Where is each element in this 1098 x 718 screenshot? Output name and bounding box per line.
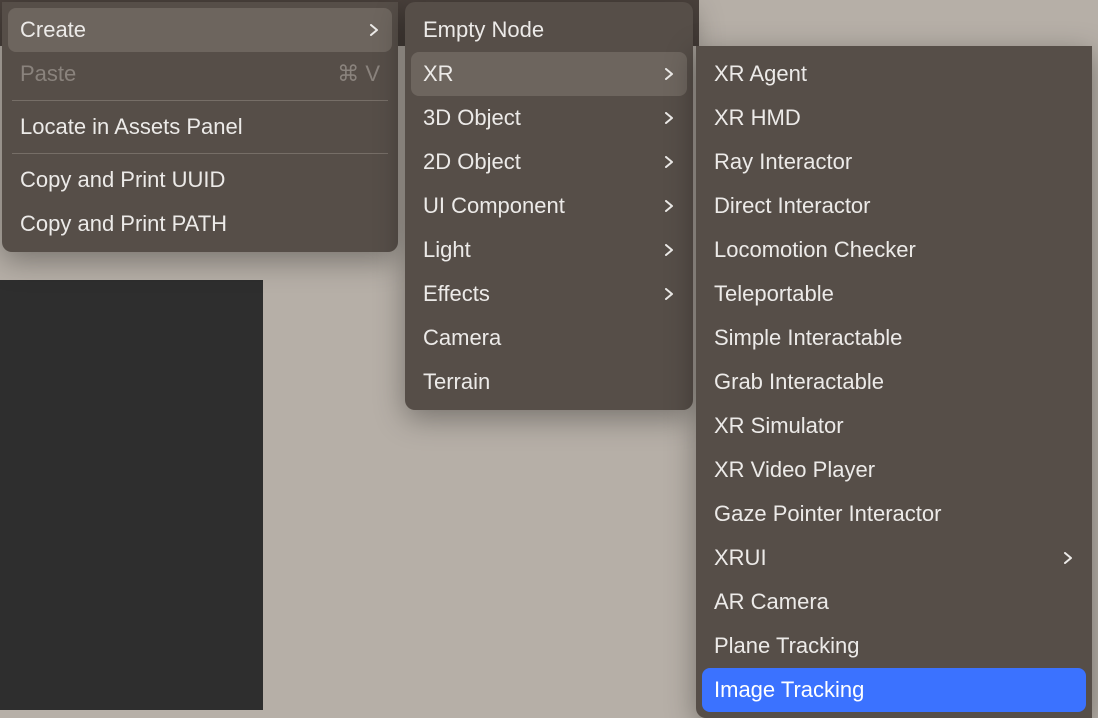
menu-item-label: XR Simulator xyxy=(714,413,1074,439)
chevron-right-icon xyxy=(663,200,675,212)
menu-item-label: Camera xyxy=(423,325,675,351)
menu-item-label: Paste xyxy=(20,61,317,87)
menu-item-create[interactable]: Create xyxy=(8,8,392,52)
chevron-right-icon xyxy=(663,112,675,124)
menu-item-label: Teleportable xyxy=(714,281,1074,307)
menu-item-image-tracking[interactable]: Image Tracking xyxy=(702,668,1086,712)
menu-item-label: Effects xyxy=(423,281,649,307)
menu-item-label: UI Component xyxy=(423,193,649,219)
menu-item-grab-interactable[interactable]: Grab Interactable xyxy=(696,360,1092,404)
menu-item-label: Terrain xyxy=(423,369,675,395)
menu-item-gaze-pointer-interactor[interactable]: Gaze Pointer Interactor xyxy=(696,492,1092,536)
menu-item-label: AR Camera xyxy=(714,589,1074,615)
menu-item-label: XRUI xyxy=(714,545,1048,571)
menu-item-effects[interactable]: Effects xyxy=(405,272,693,316)
menu-item-label: Plane Tracking xyxy=(714,633,1074,659)
menu-item-copy-print-uuid[interactable]: Copy and Print UUID xyxy=(2,158,398,202)
menu-item-label: XR Agent xyxy=(714,61,1074,87)
context-menu-level3: XR Agent XR HMD Ray Interactor Direct In… xyxy=(696,46,1092,718)
menu-item-xr-hmd[interactable]: XR HMD xyxy=(696,96,1092,140)
menu-item-label: Copy and Print PATH xyxy=(20,211,380,237)
menu-item-label: Locate in Assets Panel xyxy=(20,114,380,140)
menu-separator xyxy=(12,100,388,101)
menu-item-shortcut: ⌘ V xyxy=(337,61,380,87)
menu-item-xr-video-player[interactable]: XR Video Player xyxy=(696,448,1092,492)
menu-item-paste[interactable]: Paste ⌘ V xyxy=(2,52,398,96)
menu-item-ui-component[interactable]: UI Component xyxy=(405,184,693,228)
menu-item-label: Gaze Pointer Interactor xyxy=(714,501,1074,527)
menu-item-label: Simple Interactable xyxy=(714,325,1074,351)
menu-item-ar-camera[interactable]: AR Camera xyxy=(696,580,1092,624)
menu-item-xrui[interactable]: XRUI xyxy=(696,536,1092,580)
menu-item-camera[interactable]: Camera xyxy=(405,316,693,360)
menu-item-label: Light xyxy=(423,237,649,263)
menu-item-label: Direct Interactor xyxy=(714,193,1074,219)
menu-item-label: Create xyxy=(20,17,354,43)
chevron-right-icon xyxy=(1062,552,1074,564)
menu-item-light[interactable]: Light xyxy=(405,228,693,272)
menu-item-label: Grab Interactable xyxy=(714,369,1074,395)
menu-item-label: Copy and Print UUID xyxy=(20,167,380,193)
chevron-right-icon xyxy=(663,288,675,300)
menu-item-terrain[interactable]: Terrain xyxy=(405,360,693,404)
menu-item-label: Empty Node xyxy=(423,17,675,43)
menu-item-xr[interactable]: XR xyxy=(411,52,687,96)
menu-item-label: Image Tracking xyxy=(714,677,1074,703)
chevron-right-icon xyxy=(663,244,675,256)
menu-item-direct-interactor[interactable]: Direct Interactor xyxy=(696,184,1092,228)
menu-item-label: XR xyxy=(423,61,649,87)
side-panel-background xyxy=(0,280,263,710)
context-menu-level1: Create Paste ⌘ V Locate in Assets Panel … xyxy=(2,2,398,252)
menu-item-label: 2D Object xyxy=(423,149,649,175)
chevron-right-icon xyxy=(663,68,675,80)
menu-item-label: Locomotion Checker xyxy=(714,237,1074,263)
menu-item-simple-interactable[interactable]: Simple Interactable xyxy=(696,316,1092,360)
menu-item-teleportable[interactable]: Teleportable xyxy=(696,272,1092,316)
menu-item-label: Ray Interactor xyxy=(714,149,1074,175)
menu-item-locomotion-checker[interactable]: Locomotion Checker xyxy=(696,228,1092,272)
menu-item-xr-simulator[interactable]: XR Simulator xyxy=(696,404,1092,448)
menu-item-locate-in-assets-panel[interactable]: Locate in Assets Panel xyxy=(2,105,398,149)
menu-item-copy-print-path[interactable]: Copy and Print PATH xyxy=(2,202,398,246)
menu-item-3d-object[interactable]: 3D Object xyxy=(405,96,693,140)
chevron-right-icon xyxy=(368,24,380,36)
menu-item-2d-object[interactable]: 2D Object xyxy=(405,140,693,184)
menu-item-plane-tracking[interactable]: Plane Tracking xyxy=(696,624,1092,668)
menu-item-label: XR Video Player xyxy=(714,457,1074,483)
menu-item-xr-agent[interactable]: XR Agent xyxy=(696,52,1092,96)
chevron-right-icon xyxy=(663,156,675,168)
menu-item-empty-node[interactable]: Empty Node xyxy=(405,8,693,52)
menu-item-ray-interactor[interactable]: Ray Interactor xyxy=(696,140,1092,184)
menu-item-label: 3D Object xyxy=(423,105,649,131)
menu-separator xyxy=(12,153,388,154)
context-menu-level2: Empty Node XR 3D Object 2D Object UI Com… xyxy=(405,2,693,410)
menu-item-label: XR HMD xyxy=(714,105,1074,131)
